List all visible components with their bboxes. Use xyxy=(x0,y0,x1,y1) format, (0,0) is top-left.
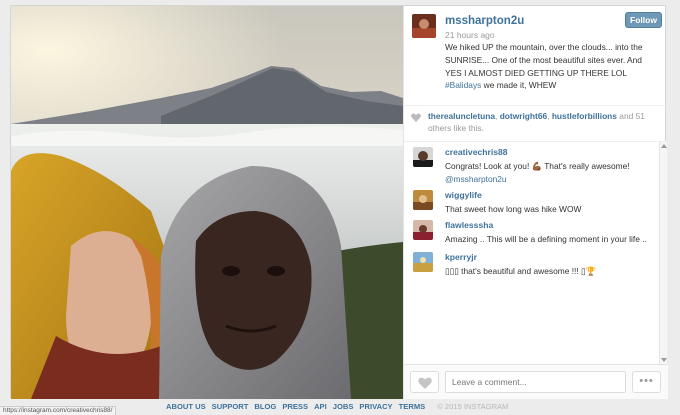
caption-text: We hiked UP the mountain, over the cloud… xyxy=(445,42,643,78)
likes-and: and xyxy=(616,111,636,121)
footer-link-support[interactable]: SUPPORT xyxy=(212,402,249,411)
commenter-avatar[interactable] xyxy=(413,147,433,167)
scroll-up-arrow-icon[interactable] xyxy=(661,144,667,148)
likes-section: therealuncletuna, dotwright66, hustlefor… xyxy=(404,106,668,142)
footer-link-press[interactable]: PRESS xyxy=(282,402,308,411)
copyright-text: © 2015 INSTAGRAM xyxy=(437,402,509,411)
like-button[interactable] xyxy=(410,371,439,393)
footer-link-privacy[interactable]: PRIVACY xyxy=(359,402,392,411)
liker-link[interactable]: therealuncletuna xyxy=(428,111,495,121)
follow-button[interactable]: Follow xyxy=(625,12,662,28)
post-sidebar: mssharpton2u 21 hours ago Follow We hike… xyxy=(403,6,668,399)
hashtag-link[interactable]: #Balidays xyxy=(445,80,481,90)
scroll-down-arrow-icon[interactable] xyxy=(661,358,667,362)
comment-body: That sweet how long was hike WOW xyxy=(445,204,582,214)
post-timestamp[interactable]: 21 hours ago xyxy=(445,30,495,40)
comment-input[interactable] xyxy=(445,371,626,393)
liker-link[interactable]: hustleforbillions xyxy=(552,111,617,121)
likes-text: therealuncletuna, dotwright66, hustlefor… xyxy=(428,111,662,134)
comment-body: Congrats! Look at you! 💪🏾 That's really … xyxy=(445,161,630,171)
page-footer: ABOUT US SUPPORT BLOG PRESS API JOBS PRIVACY TE… xyxy=(166,402,509,414)
likes-count[interactable]: 51 xyxy=(636,111,645,121)
comment-bar: ••• xyxy=(404,364,668,399)
commenter-username[interactable]: wiggylife xyxy=(445,190,482,200)
comments-scrollbar[interactable] xyxy=(659,142,667,364)
heart-icon xyxy=(411,113,421,122)
commenter-avatar[interactable] xyxy=(413,190,433,210)
footer-link-about[interactable]: ABOUT US xyxy=(166,402,206,411)
post-photo[interactable] xyxy=(11,6,403,399)
footer-link-api[interactable]: API xyxy=(314,402,327,411)
commenter-avatar[interactable] xyxy=(413,220,433,240)
comment-body: Amazing .. This will be a defining momen… xyxy=(445,234,647,244)
commenter-username[interactable]: creativechris88 xyxy=(445,147,508,157)
commenter-username[interactable]: flawlesssha xyxy=(445,220,493,230)
heart-icon xyxy=(418,377,432,389)
more-options-button[interactable]: ••• xyxy=(632,371,661,393)
photo-modal: mssharpton2u 21 hours ago Follow We hike… xyxy=(10,5,668,399)
liker-link[interactable]: dotwright66 xyxy=(500,111,547,121)
caption-end: we made it, WHEW xyxy=(481,80,557,91)
comment-body: ▯▯▯ that's beautiful and awesome !!! ▯🏆 xyxy=(445,266,597,276)
comment-text: Congrats! Look at you! 💪🏾 That's really … xyxy=(445,160,663,185)
commenter-avatar[interactable] xyxy=(413,252,433,272)
commenter-username[interactable]: kperryjr xyxy=(445,252,477,262)
likes-others-text: others like this. xyxy=(428,122,484,133)
author-avatar[interactable] xyxy=(412,14,436,38)
footer-link-jobs[interactable]: JOBS xyxy=(333,402,354,411)
mention-link[interactable]: @mssharpton2u xyxy=(445,174,507,184)
post-caption: We hiked UP the mountain, over the cloud… xyxy=(445,41,659,92)
post-header: mssharpton2u 21 hours ago Follow We hike… xyxy=(404,6,668,106)
status-bar-url: https://instagram.com/creativechris88/ xyxy=(0,406,117,415)
footer-link-terms[interactable]: TERMS xyxy=(399,402,426,411)
footer-link-blog[interactable]: BLOG xyxy=(254,402,276,411)
author-username[interactable]: mssharpton2u xyxy=(445,15,524,27)
